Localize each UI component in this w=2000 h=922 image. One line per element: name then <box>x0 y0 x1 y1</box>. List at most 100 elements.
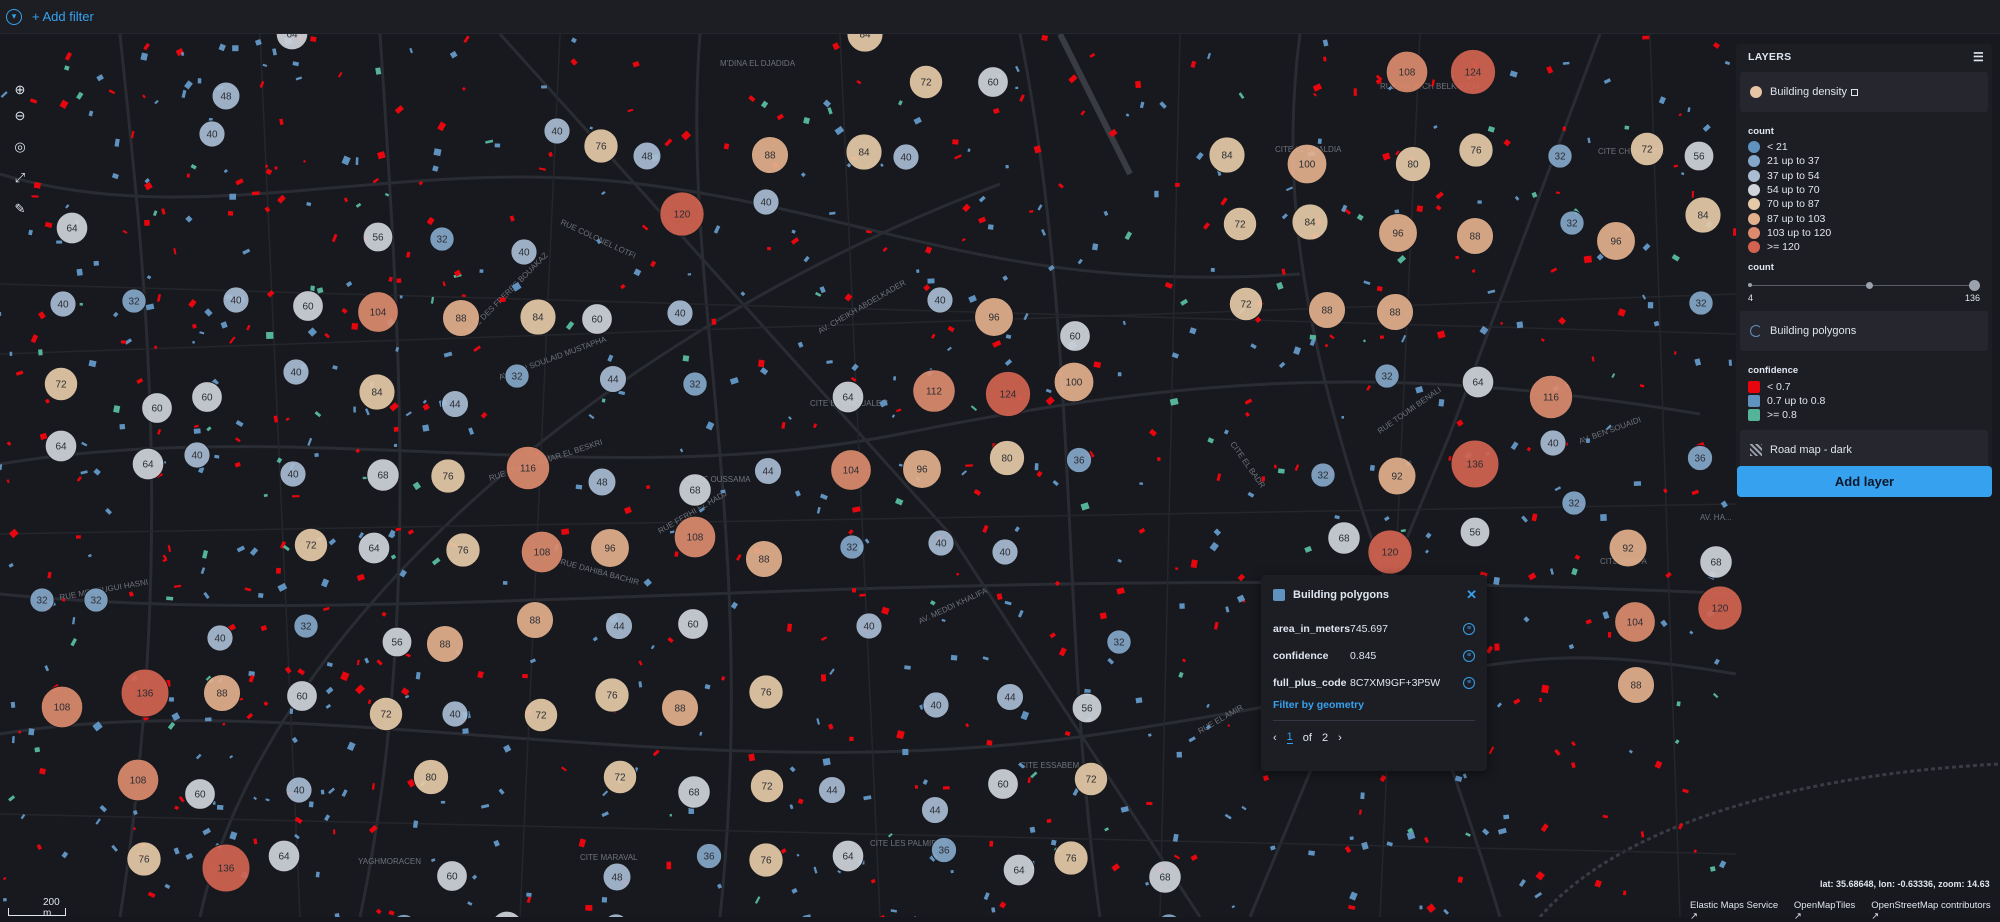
building-polygon[interactable] <box>440 800 446 804</box>
building-polygon[interactable] <box>314 411 322 418</box>
building-polygon[interactable] <box>143 42 150 51</box>
density-cluster[interactable]: 40 <box>510 238 538 266</box>
building-polygon[interactable] <box>164 883 171 890</box>
building-polygon[interactable] <box>99 804 108 813</box>
add-filter-button[interactable]: + Add filter <box>32 9 94 24</box>
building-polygon[interactable] <box>185 852 194 860</box>
building-polygon[interactable] <box>227 210 234 216</box>
building-polygon[interactable] <box>1202 222 1210 230</box>
building-polygon[interactable] <box>1030 771 1038 779</box>
building-polygon[interactable] <box>214 454 220 459</box>
density-cluster[interactable]: 72 <box>43 366 79 402</box>
building-polygon[interactable] <box>950 654 958 661</box>
building-polygon[interactable] <box>1397 254 1407 264</box>
building-polygon[interactable] <box>323 606 330 612</box>
building-polygon[interactable] <box>967 148 971 153</box>
density-cluster[interactable]: 116 <box>505 445 551 491</box>
building-polygon[interactable] <box>375 67 382 75</box>
building-polygon[interactable] <box>422 399 427 404</box>
density-cluster[interactable]: 88 <box>750 135 790 175</box>
building-polygon[interactable] <box>1591 356 1595 362</box>
building-polygon[interactable] <box>174 805 180 811</box>
building-polygon[interactable] <box>1720 500 1728 509</box>
building-polygon[interactable] <box>1718 860 1727 869</box>
building-polygon[interactable] <box>1209 541 1219 552</box>
building-polygon[interactable] <box>509 215 515 222</box>
building-polygon[interactable] <box>246 324 251 331</box>
building-polygon[interactable] <box>1120 805 1129 813</box>
density-cluster[interactable]: 64 <box>267 839 301 873</box>
building-polygon[interactable] <box>223 169 228 174</box>
building-polygon[interactable] <box>548 151 553 158</box>
building-polygon[interactable] <box>781 421 786 429</box>
building-polygon[interactable] <box>433 148 442 157</box>
density-cluster[interactable]: 76 <box>594 677 630 713</box>
building-polygon[interactable] <box>377 151 386 160</box>
building-polygon[interactable] <box>39 767 46 775</box>
building-polygon[interactable] <box>3 897 7 902</box>
building-polygon[interactable] <box>1206 703 1210 709</box>
density-cluster[interactable]: 84 <box>1684 196 1722 234</box>
building-polygon[interactable] <box>989 840 994 847</box>
building-polygon[interactable] <box>929 600 936 606</box>
building-polygon[interactable] <box>699 731 703 736</box>
building-polygon[interactable] <box>947 325 955 333</box>
building-polygon[interactable] <box>341 307 348 314</box>
building-polygon[interactable] <box>1207 437 1215 444</box>
building-polygon[interactable] <box>1036 470 1043 478</box>
building-polygon[interactable] <box>1324 343 1329 348</box>
building-polygon[interactable] <box>1174 854 1181 860</box>
building-polygon[interactable] <box>952 139 959 145</box>
building-polygon[interactable] <box>1139 101 1145 109</box>
building-polygon[interactable] <box>1585 618 1592 625</box>
building-polygon[interactable] <box>1190 60 1197 69</box>
building-polygon[interactable] <box>1600 514 1607 522</box>
building-polygon[interactable] <box>1516 321 1524 329</box>
building-polygon[interactable] <box>157 429 162 435</box>
building-polygon[interactable] <box>575 484 583 490</box>
density-cluster[interactable]: 116 <box>1528 374 1574 420</box>
building-polygon[interactable] <box>1046 818 1052 824</box>
building-polygon[interactable] <box>797 798 804 805</box>
building-polygon[interactable] <box>38 311 46 320</box>
building-polygon[interactable] <box>246 712 254 720</box>
building-polygon[interactable] <box>6 479 10 484</box>
building-polygon[interactable] <box>667 637 674 644</box>
building-polygon[interactable] <box>1244 411 1250 418</box>
building-polygon[interactable] <box>1680 172 1685 176</box>
density-cluster[interactable]: 136 <box>201 843 251 893</box>
building-polygon[interactable] <box>819 493 828 500</box>
building-polygon[interactable] <box>1526 446 1532 452</box>
density-cluster[interactable]: 88 <box>660 688 700 728</box>
building-polygon[interactable] <box>904 665 911 670</box>
building-polygon[interactable] <box>1678 822 1684 830</box>
building-polygon[interactable] <box>1261 476 1266 482</box>
building-polygon[interactable] <box>354 684 365 695</box>
building-polygon[interactable] <box>1712 42 1721 49</box>
building-polygon[interactable] <box>1117 372 1122 377</box>
density-cluster[interactable]: 104 <box>1614 601 1656 643</box>
density-cluster[interactable]: 104 <box>830 449 872 491</box>
building-polygon[interactable] <box>274 166 278 170</box>
building-polygon[interactable] <box>669 813 672 817</box>
building-polygon[interactable] <box>442 281 446 287</box>
building-polygon[interactable] <box>277 194 286 204</box>
building-polygon[interactable] <box>983 892 990 901</box>
building-polygon[interactable] <box>942 786 950 790</box>
building-polygon[interactable] <box>29 98 38 104</box>
density-cluster[interactable]: 88 <box>1455 216 1495 256</box>
building-polygon[interactable] <box>1334 514 1340 520</box>
density-cluster[interactable]: 56 <box>362 221 394 253</box>
building-polygon[interactable] <box>404 694 410 699</box>
building-polygon[interactable] <box>896 408 902 413</box>
density-cluster[interactable]: 72 <box>602 759 638 795</box>
building-polygon[interactable] <box>343 197 349 203</box>
building-polygon[interactable] <box>1145 881 1150 886</box>
building-polygon[interactable] <box>1179 603 1185 609</box>
building-polygon[interactable] <box>113 405 121 414</box>
building-polygon[interactable] <box>1713 658 1720 666</box>
building-polygon[interactable] <box>405 411 412 417</box>
building-polygon[interactable] <box>1424 549 1429 554</box>
building-polygon[interactable] <box>1455 255 1459 259</box>
building-polygon[interactable] <box>1190 854 1198 861</box>
